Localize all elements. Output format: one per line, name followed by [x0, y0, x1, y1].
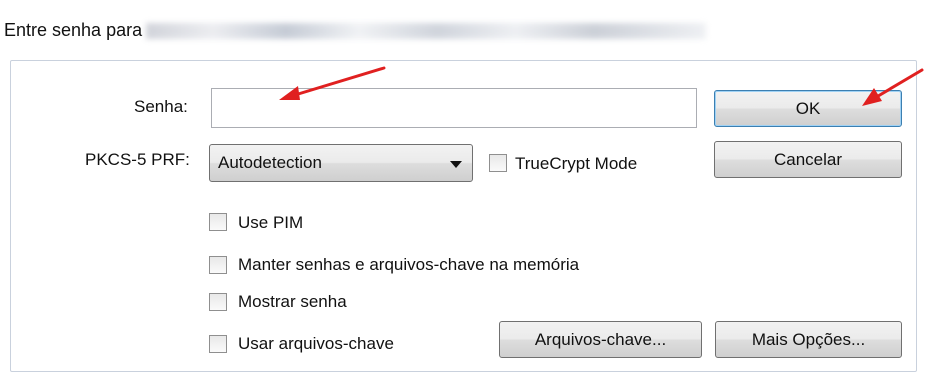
red-arrow-icon: [862, 68, 924, 106]
red-arrow-icon: [279, 66, 386, 100]
annotation-arrows: [279, 66, 924, 106]
